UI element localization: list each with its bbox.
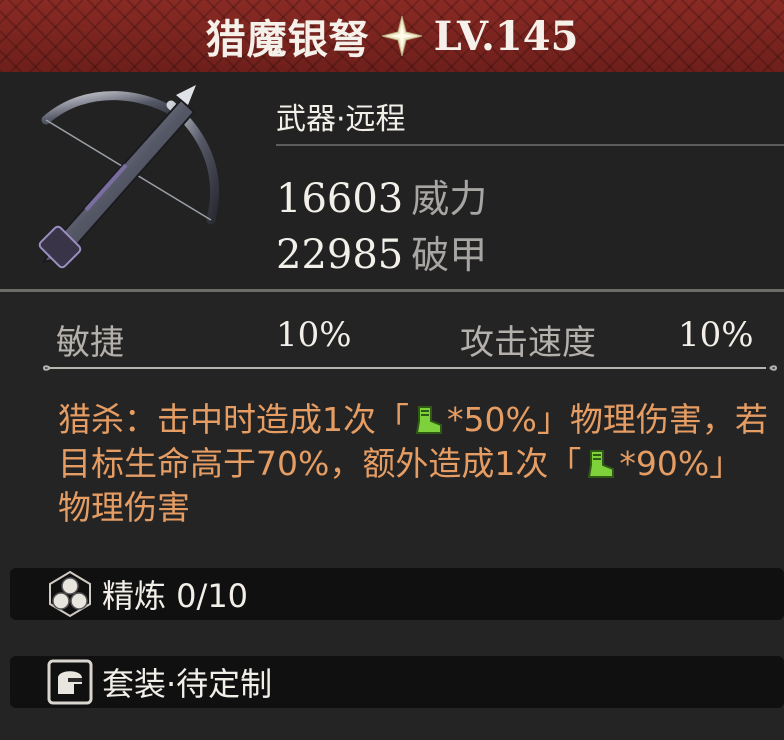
attr-attack-speed-value: 10% [678,315,754,355]
attr-agility-value: 10% [276,315,352,355]
refine-orbs-icon [49,570,91,618]
effect-description: 猎杀：击中时造成1次「 *50%」物理伤害，若目标生命高于70%，额外造成1次「… [58,398,770,530]
item-level: LV.145 [433,12,579,60]
section-divider [0,289,784,292]
set-text: 套装·待定制 [102,665,273,703]
stat-value: 22985 [276,232,404,278]
category-divider [276,144,784,146]
item-tooltip-card: 猎魔银弩 LV.145 武器·远程 16603 威力 22985 破甲 敏捷 1… [0,0,784,740]
refine-text: 精炼 0/10 [102,577,249,615]
ornament-divider [43,365,777,371]
green-boot-icon [415,406,442,434]
stat-label: 破甲 [411,233,488,277]
set-row[interactable]: 套装·待定制 [10,656,784,708]
crossbow-image [38,85,220,269]
attr-attack-speed-label: 攻击速度 [460,323,596,363]
stat-label: 威力 [411,177,488,221]
item-name: 猎魔银弩 [205,17,370,63]
green-boot-icon [588,450,615,478]
four-point-star-icon [381,15,422,57]
stat-power: 16603 威力 [276,168,487,223]
item-overview: 武器·远程 16603 威力 22985 破甲 [0,72,784,290]
item-category: 武器·远程 [276,102,406,137]
stat-value: 16603 [276,176,404,222]
item-title-bar: 猎魔银弩 LV.145 [0,0,784,74]
helmet-icon [47,659,93,705]
effect-text-1: 猎杀：击中时造成1次「 [58,400,409,439]
refine-row[interactable]: 精炼 0/10 [10,568,784,620]
stat-armor-break: 22985 破甲 [276,224,487,279]
attr-agility-label: 敏捷 [56,323,124,363]
